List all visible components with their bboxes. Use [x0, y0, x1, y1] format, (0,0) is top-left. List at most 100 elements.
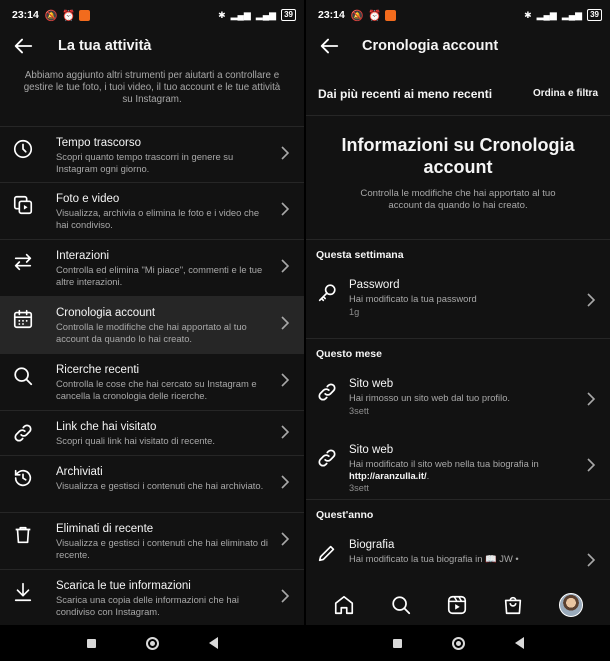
history-entry-website-removed[interactable]: Sito web Hai rimosso un sito web dal tuo… — [306, 369, 610, 435]
menu-item-account-history[interactable]: Cronologia account Controlla le modifiche… — [0, 297, 304, 354]
status-system-icons: ✱ ▂▄▆ ▂▄▆ 39 — [218, 9, 296, 21]
sort-filter-button[interactable]: Ordina e filtra — [533, 88, 598, 99]
menu-item-title: Tempo trascorso — [56, 137, 142, 149]
archive-icon — [14, 469, 32, 487]
menu-item-title: Interazioni — [56, 250, 110, 262]
menu-item-interactions[interactable]: Interazioni Controlla ed elimina "Mi piac… — [0, 240, 304, 297]
section-header-month: Questo mese — [316, 348, 382, 360]
system-back-button[interactable] — [514, 637, 524, 649]
status-bar: 23:14 🔕 ⏰ ✱ ▂▄▆ ▂▄▆ 39 — [0, 0, 304, 30]
chevron-right-icon — [281, 146, 290, 160]
system-nav-bar — [0, 625, 304, 661]
status-notification-icons: 🔕 ⏰ — [350, 9, 397, 22]
menu-item-download-info[interactable]: Scarica le tue informazioni Scarica una c… — [0, 570, 304, 627]
history-entry-password[interactable]: Password Hai modificato la tua password … — [306, 270, 610, 338]
reels-icon[interactable] — [446, 594, 468, 616]
menu-item-desc: Visualizza e gestisci i contenuti che ha… — [56, 537, 268, 560]
menu-item-photos-videos[interactable]: Foto e video Visualizza, archivia o elimi… — [0, 183, 304, 240]
mute-icon: 🔕 — [44, 9, 58, 22]
mute-icon: 🔕 — [350, 9, 364, 22]
key-icon — [318, 284, 336, 302]
menu-item-desc: Controlla ed elimina "Mi piace", comment… — [56, 264, 263, 287]
status-bar: 23:14 🔕 ⏰ ✱ ▂▄▆ ▂▄▆ 39 — [306, 0, 610, 30]
chevron-right-icon — [587, 458, 596, 472]
shop-icon[interactable] — [502, 594, 524, 616]
history-entry-bio[interactable]: Biografia Hai modificato la tua biografi… — [306, 530, 610, 580]
section-header-year: Quest'anno — [316, 509, 374, 521]
sort-order-label[interactable]: Dai più recenti ai meno recenti — [318, 87, 492, 101]
chevron-right-icon — [281, 316, 290, 330]
signal-icon-2: ▂▄▆ — [561, 9, 583, 20]
system-back-button[interactable] — [208, 637, 218, 649]
bluetooth-icon: ✱ — [524, 9, 532, 20]
menu-item-desc: Scarica una copia delle informazioni che… — [56, 594, 239, 617]
menu-item-desc: Scopri quanto tempo trascorri in genere … — [56, 151, 234, 174]
chevron-right-icon — [587, 293, 596, 307]
signal-icon-2: ▂▄▆ — [255, 9, 277, 20]
menu-item-time-spent[interactable]: Tempo trascorso Scopri quanto tempo trasc… — [0, 127, 304, 183]
entry-age: 3sett — [349, 483, 369, 493]
calendar-icon — [13, 309, 33, 329]
info-box: Informazioni su Cronologia account Contr… — [306, 116, 610, 240]
menu-item-recently-deleted[interactable]: Eliminati di recente Visualizza e gestisc… — [0, 513, 304, 570]
menu-item-title: Ricerche recenti — [56, 364, 140, 376]
alarm-icon: ⏰ — [367, 9, 382, 22]
activity-screen: 23:14 🔕 ⏰ ✱ ▂▄▆ ▂▄▆ 39 La tua attività A… — [0, 0, 304, 661]
menu-item-recent-searches[interactable]: Ricerche recenti Controlla le cose che ha… — [0, 354, 304, 411]
battery-icon: 39 — [587, 9, 602, 21]
entry-title: Sito web — [349, 378, 394, 390]
recents-button[interactable] — [392, 638, 402, 648]
chevron-right-icon — [281, 425, 290, 439]
back-arrow-icon[interactable] — [12, 35, 34, 57]
recents-button[interactable] — [86, 638, 96, 648]
info-description: Controlla le modifiche che hai apportato… — [360, 188, 556, 211]
bluetooth-icon: ✱ — [218, 9, 226, 20]
home-button[interactable] — [451, 636, 465, 650]
photo-video-icon — [13, 195, 33, 215]
entry-desc: Hai rimosso un sito web dal tuo profilo. — [349, 392, 511, 403]
chevron-right-icon — [281, 373, 290, 387]
battery-icon: 39 — [281, 9, 296, 21]
history-entry-website-changed[interactable]: Sito web Hai modificato il sito web nell… — [306, 435, 610, 499]
link-icon — [14, 424, 32, 442]
search-icon — [14, 367, 33, 386]
menu-item-visited-links[interactable]: Link che hai visitato Scopri quali link h… — [0, 411, 304, 456]
entry-desc-suffix: . — [426, 469, 430, 481]
home-icon[interactable] — [333, 594, 355, 616]
menu-item-desc: Scopri quali link hai visitato di recent… — [56, 435, 215, 446]
top-bar: La tua attività — [0, 30, 304, 62]
menu-item-title: Link che hai visitato — [56, 421, 157, 433]
entry-desc: Hai modificato la tua biografia in 📖 JW … — [349, 553, 519, 564]
menu-item-title: Eliminati di recente — [56, 523, 154, 535]
chevron-right-icon — [281, 532, 290, 546]
chevron-right-icon — [281, 475, 290, 489]
link-icon — [318, 383, 336, 401]
entry-title: Sito web — [349, 444, 394, 456]
chevron-right-icon — [281, 589, 290, 603]
bottom-tab-bar — [306, 585, 610, 625]
entry-link[interactable]: http://aranzulla.it/ — [349, 470, 427, 481]
entry-title: Password — [349, 279, 400, 291]
page-title: Cronologia account — [362, 38, 499, 54]
trash-icon — [15, 526, 31, 544]
home-button[interactable] — [145, 636, 159, 650]
entry-age: 3sett — [349, 405, 369, 416]
back-arrow-icon[interactable] — [318, 35, 340, 57]
chevron-right-icon — [587, 392, 596, 406]
info-title: Informazioni su Cronologia account — [341, 135, 575, 177]
menu-item-archived[interactable]: Archiviati Visualizza e gestisci i conten… — [0, 456, 304, 513]
signal-icon: ▂▄▆ — [230, 9, 251, 20]
menu-item-desc: Controlla le modifiche che hai apportato… — [56, 321, 247, 344]
intro-text: Abbiamo aggiunto altri strumenti per aiu… — [23, 70, 281, 105]
profile-avatar[interactable] — [558, 593, 583, 617]
menu-item-title: Foto e video — [56, 193, 120, 205]
section-header-week: Questa settimana — [316, 249, 404, 261]
alarm-icon: ⏰ — [61, 9, 76, 22]
download-icon — [14, 582, 32, 602]
top-bar: Cronologia account — [306, 30, 610, 62]
menu-item-title: Cronologia account — [56, 307, 156, 319]
search-icon[interactable] — [390, 594, 412, 616]
clock-icon — [13, 139, 33, 159]
system-nav-bar — [306, 625, 610, 661]
menu-item-desc: Visualizza, archivia o elimina le foto e… — [56, 207, 260, 230]
